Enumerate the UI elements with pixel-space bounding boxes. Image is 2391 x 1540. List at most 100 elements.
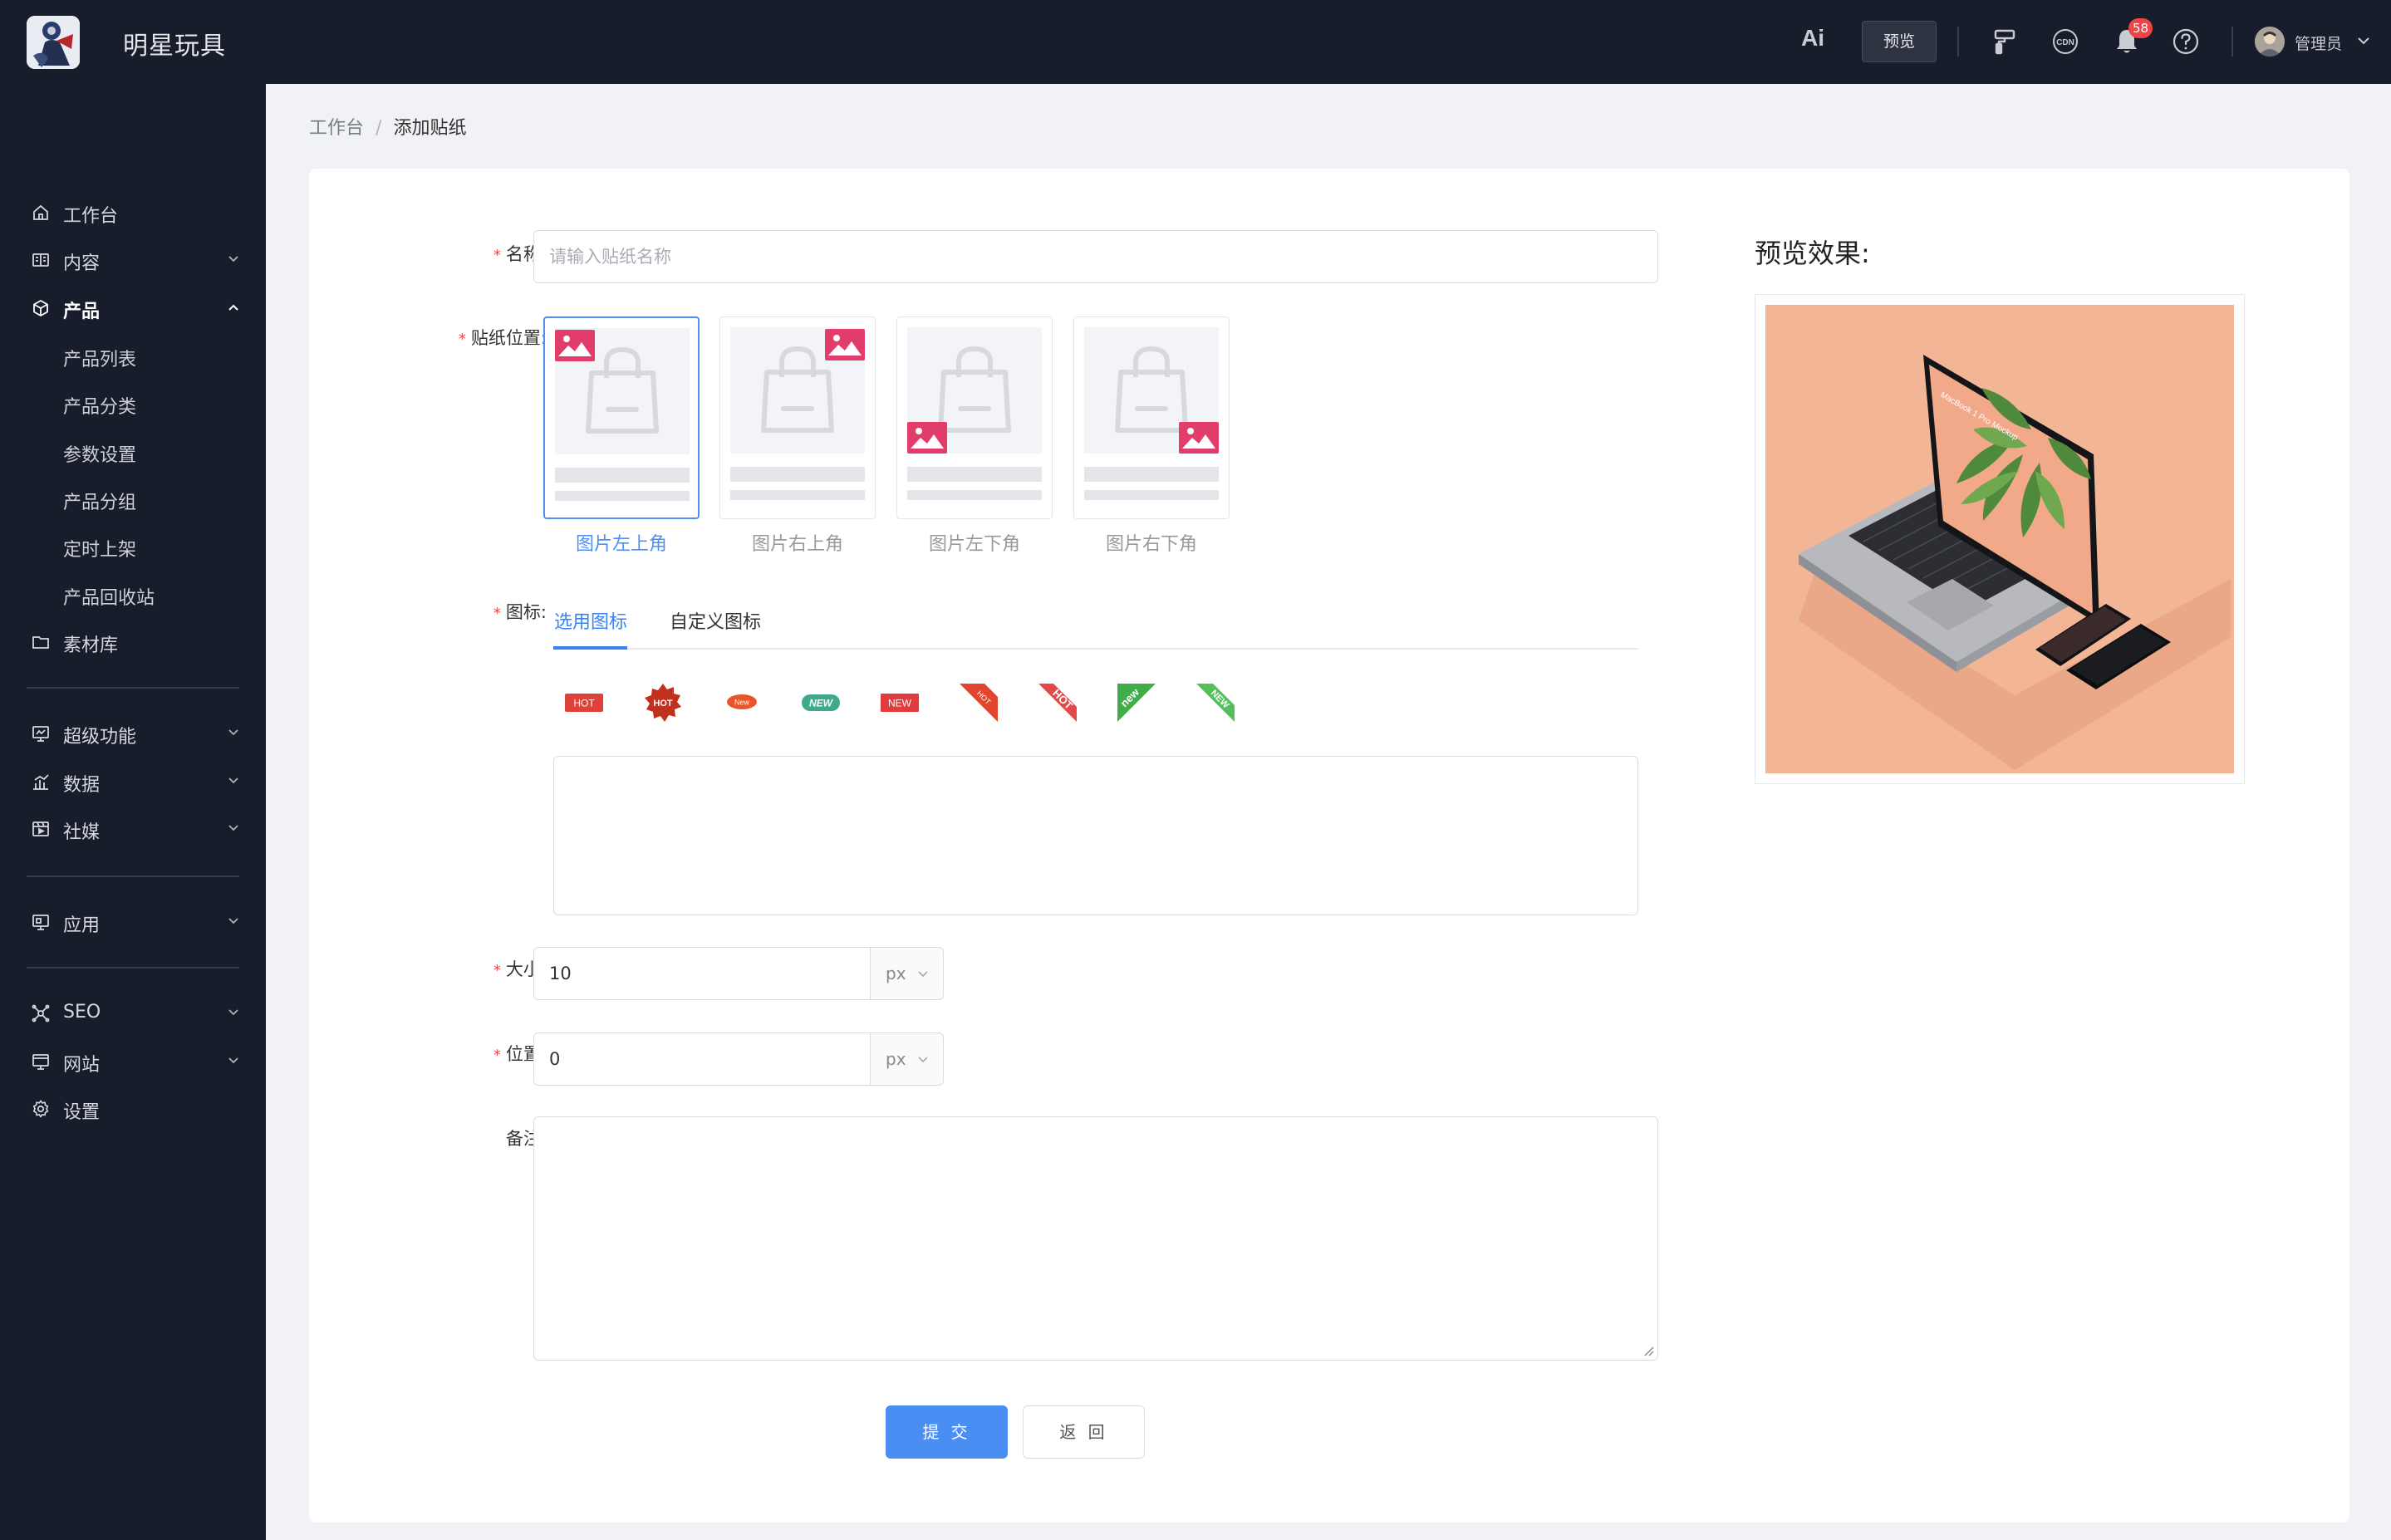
sticker-new-red[interactable]: NEW <box>879 682 921 723</box>
sidebar-item-seo[interactable]: SEO <box>0 992 266 1033</box>
sticker-new-green-corner[interactable]: NEW <box>1195 682 1236 723</box>
sidebar-subitem-parameter-settings[interactable]: 参数设置 <box>0 430 266 472</box>
sticker-hot-red[interactable]: HOT <box>563 682 605 723</box>
seo-icon <box>32 1004 50 1023</box>
sticker-new-orange[interactable]: New <box>721 682 763 723</box>
icon-preview-area[interactable] <box>553 756 1638 915</box>
sidebar-item-workbench[interactable]: 工作台 <box>0 191 266 233</box>
breadcrumb: 工作台 / 添加贴纸 <box>309 113 466 140</box>
home-icon <box>32 204 50 222</box>
monitor-icon <box>32 724 50 743</box>
media-icon <box>32 820 50 838</box>
preview-title: 预览效果: <box>1755 238 1870 269</box>
position-caption[interactable]: 图片左上角 <box>543 529 700 556</box>
sidebar-item-label: SEO <box>63 1002 101 1023</box>
notification-badge: 58 <box>2128 18 2153 38</box>
ai-button[interactable]: Ai <box>1801 25 1824 51</box>
chevron-down-icon <box>228 918 238 924</box>
size-input[interactable]: 10 <box>533 947 871 1000</box>
size-unit-select[interactable]: px <box>871 947 944 1000</box>
image-icon <box>555 330 595 361</box>
sidebar-subitem-product-recycle-bin[interactable]: 产品回收站 <box>0 573 266 615</box>
sidebar-item-label: 网站 <box>63 1055 101 1076</box>
chevron-down-icon <box>918 1057 928 1063</box>
help-icon[interactable] <box>2172 27 2200 56</box>
sticker-new-green[interactable]: new <box>1116 682 1157 723</box>
position-caption[interactable]: 图片右下角 <box>1073 529 1230 556</box>
sidebar-subitem-label: 产品回收站 <box>63 588 155 609</box>
position-option-top-right[interactable] <box>719 316 876 519</box>
position-label: * 贴纸位置: <box>458 328 547 348</box>
submit-button[interactable]: 提 交 <box>886 1405 1008 1459</box>
chevron-down-icon <box>228 777 238 784</box>
cube-icon <box>32 299 50 317</box>
sidebar-item-apps[interactable]: 应用 <box>0 900 266 942</box>
chevron-down-icon <box>228 825 238 831</box>
offset-input[interactable]: 0 <box>533 1032 871 1086</box>
tab-custom-icons[interactable]: 自定义图标 <box>670 607 761 634</box>
tabs-underline <box>553 648 1638 650</box>
sticker-hot-burst[interactable]: HOT <box>642 682 684 723</box>
sticker-hot-ribbon[interactable]: HOT <box>1037 682 1078 723</box>
icon-label-text: 图标: <box>505 602 547 622</box>
svg-text:HOT: HOT <box>653 699 673 709</box>
top-bar: 明星玩具 Ai 预览 CDN 58 管理员 <box>0 0 2391 84</box>
active-tab-indicator <box>553 646 627 650</box>
avatar[interactable] <box>2255 27 2285 56</box>
breadcrumb-root[interactable]: 工作台 <box>309 118 364 139</box>
chevron-down-icon <box>228 1009 238 1016</box>
logo[interactable] <box>27 16 80 69</box>
cdn-icon[interactable]: CDN <box>2051 27 2079 56</box>
resize-handle-icon[interactable] <box>1642 1345 1654 1356</box>
sidebar-item-data[interactable]: 数据 <box>0 760 266 802</box>
sidebar-item-content[interactable]: 内容 <box>0 238 266 280</box>
offset-unit-select[interactable]: px <box>871 1032 944 1086</box>
sticker-hot-corner[interactable]: HOT <box>958 682 999 723</box>
icon-label: * 图标: <box>493 602 547 622</box>
sidebar-item-website[interactable]: 网站 <box>0 1040 266 1081</box>
paint-roller-icon[interactable] <box>1991 27 2019 56</box>
sidebar-item-label: 超级功能 <box>63 727 137 748</box>
sidebar-item-super-features[interactable]: 超级功能 <box>0 712 266 753</box>
chevron-down-icon <box>228 1057 238 1064</box>
website-icon <box>32 1052 50 1071</box>
preview-button[interactable]: 预览 <box>1862 21 1937 62</box>
sidebar-item-product[interactable]: 产品 <box>0 287 266 328</box>
sidebar-subitem-scheduled-listing[interactable]: 定时上架 <box>0 525 266 566</box>
sidebar-subitem-product-list[interactable]: 产品列表 <box>0 335 266 376</box>
sidebar-subitem-label: 产品列表 <box>63 350 137 370</box>
sidebar-item-social-media[interactable]: 社媒 <box>0 807 266 849</box>
image-icon <box>1179 422 1219 454</box>
chevron-down-icon <box>228 729 238 736</box>
sticker-new-teal[interactable]: NEW <box>800 682 842 723</box>
chevron-down-icon <box>228 256 238 262</box>
position-option-top-left[interactable] <box>543 316 700 519</box>
size-unit-value: px <box>886 964 906 983</box>
sidebar-item-material-library[interactable]: 素材库 <box>0 620 266 662</box>
user-name[interactable]: 管理员 <box>2295 32 2342 54</box>
position-label-text: 贴纸位置: <box>470 328 547 348</box>
chevron-down-icon <box>918 971 928 978</box>
svg-text:CDN: CDN <box>2056 38 2074 47</box>
svg-text:HOT: HOT <box>573 698 595 709</box>
sidebar-subitem-product-category[interactable]: 产品分类 <box>0 382 266 424</box>
tab-preset-icons[interactable]: 选用图标 <box>554 607 627 634</box>
app-icon <box>32 913 50 931</box>
name-input[interactable]: 请输入贴纸名称 <box>533 230 1658 283</box>
position-caption[interactable]: 图片左下角 <box>896 529 1053 556</box>
remark-textarea[interactable] <box>533 1116 1658 1361</box>
image-icon <box>907 422 947 454</box>
chart-icon <box>32 772 50 791</box>
back-button[interactable]: 返 回 <box>1023 1405 1145 1459</box>
chevron-down-icon[interactable] <box>2356 33 2371 48</box>
position-option-bottom-right[interactable] <box>1073 316 1230 519</box>
position-caption[interactable]: 图片右上角 <box>719 529 876 556</box>
sidebar-subitem-label: 产品分类 <box>63 397 137 418</box>
sidebar-item-settings[interactable]: 设置 <box>0 1087 266 1129</box>
position-option-bottom-left[interactable] <box>896 316 1053 519</box>
sidebar-subitem-product-group[interactable]: 产品分组 <box>0 478 266 519</box>
app-title: 明星玩具 <box>123 32 226 61</box>
sidebar-item-label: 素材库 <box>63 635 119 656</box>
preview-image: MacBook 1 Pro Mockup <box>1765 305 2234 773</box>
header-divider <box>2231 27 2233 56</box>
